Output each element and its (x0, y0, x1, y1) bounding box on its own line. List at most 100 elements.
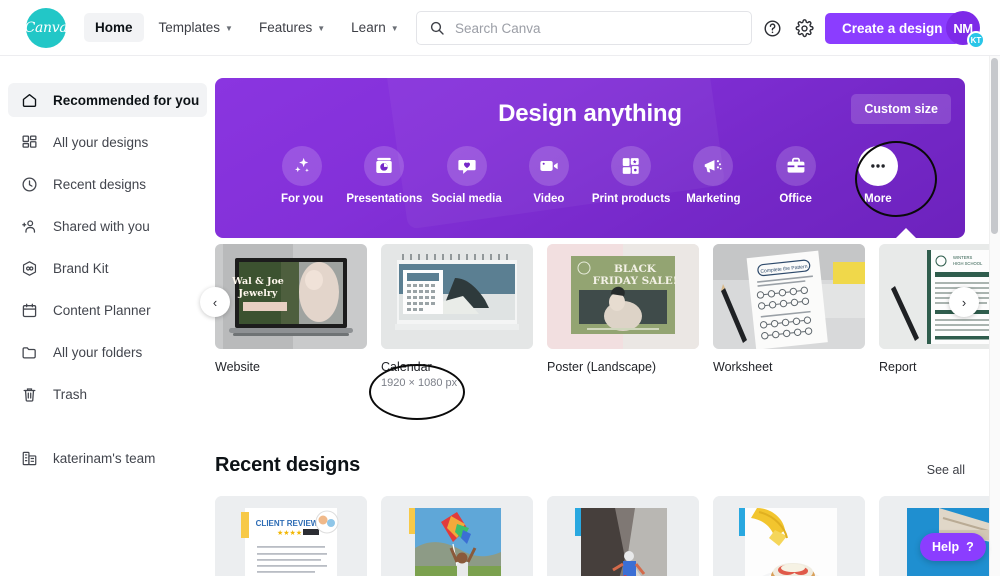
create-a-design-button[interactable]: Create a design (825, 13, 960, 44)
sidebar-label-all-designs: All your designs (53, 134, 149, 150)
custom-size-button[interactable]: Custom size (851, 94, 951, 124)
logo-text: Canva (24, 19, 68, 36)
sidebar-label-team: katerinam's team (53, 450, 156, 466)
category-label-marketing: Marketing (686, 193, 741, 205)
recent-card-kite[interactable] (381, 496, 533, 576)
grid-icon (20, 133, 39, 152)
see-all-link[interactable]: See all (927, 463, 965, 477)
home-icon (20, 91, 39, 110)
nav-label-home: Home (95, 20, 133, 35)
svg-text:Jewelry: Jewelry (238, 288, 278, 299)
sidebar-divider-space (0, 419, 215, 441)
category-label-presentations: Presentations (346, 193, 423, 205)
svg-text:FRIDAY SALE!: FRIDAY SALE! (593, 275, 678, 287)
nav-item-features[interactable]: Features ▼ (248, 13, 336, 42)
brand-hexagon-icon (20, 259, 39, 278)
template-card-worksheet[interactable]: Complete the Pattern Worksheet (713, 244, 865, 394)
carousel-prev-button[interactable]: ‹ (200, 287, 230, 317)
template-carousel: Wal & Joe Jewelry Website Calendar 1920 … (215, 244, 1000, 394)
top-header: Canva Home Templates ▼ Features ▼ Learn … (0, 0, 1000, 56)
sparkles-icon (282, 146, 323, 186)
sidebar-item-trash[interactable]: Trash (8, 377, 207, 411)
recent-designs-list: CLIENT REVIEW ★★★★★ (215, 496, 1000, 576)
template-name-calendar: Calendar (381, 360, 432, 374)
category-presentations[interactable]: Presentations (345, 146, 423, 205)
page-scrollbar-thumb[interactable] (991, 58, 998, 234)
sidebar-label-recommended: Recommended for you (53, 92, 200, 108)
question-circle-icon[interactable] (761, 17, 783, 39)
svg-text:CLIENT REVIEW: CLIENT REVIEW (256, 519, 319, 528)
nav-label-templates: Templates (158, 20, 221, 35)
canva-logo-icon[interactable]: Canva (24, 7, 68, 48)
recent-card-food[interactable] (713, 496, 865, 576)
carousel-next-button[interactable]: › (949, 287, 979, 317)
left-sidebar: Recommended for you All your designs Rec… (0, 56, 215, 576)
category-office[interactable]: Office (757, 146, 835, 205)
gear-icon[interactable] (793, 17, 815, 39)
category-more[interactable]: More (839, 146, 917, 205)
sidebar-item-all-designs[interactable]: All your designs (8, 125, 207, 159)
category-video[interactable]: Video (510, 146, 588, 205)
svg-text:HIGH SCHOOL: HIGH SCHOOL (953, 261, 983, 266)
template-card-report[interactable]: WINTERS HIGH SCHOOL Report (879, 244, 1000, 394)
template-thumb-poster: BLACK FRIDAY SALE! (547, 244, 699, 349)
sidebar-label-all-folders: All your folders (53, 344, 143, 360)
recent-card-climbing[interactable] (547, 496, 699, 576)
template-name-poster: Poster (Landscape) (547, 360, 657, 374)
help-button[interactable]: Help ? (920, 533, 986, 561)
category-for-you[interactable]: For you (263, 146, 341, 205)
category-marketing[interactable]: Marketing (674, 146, 752, 205)
category-print-products[interactable]: Print products (592, 146, 670, 205)
main-nav: Home Templates ▼ Features ▼ Learn ▼ (84, 13, 410, 42)
recent-designs-header: Recent designs See all (215, 454, 965, 477)
main-content: Design anything Custom size For you Pres… (200, 56, 1000, 576)
add-people-icon (20, 217, 39, 236)
sidebar-item-content-planner[interactable]: Content Planner (8, 293, 207, 327)
svg-text:Wal & Joe: Wal & Joe (231, 276, 284, 287)
category-social-media[interactable]: Social media (428, 146, 506, 205)
template-thumb-website: Wal & Joe Jewelry (215, 244, 367, 349)
sidebar-item-recent-designs[interactable]: Recent designs (8, 167, 207, 201)
avatar[interactable]: NM KT (946, 11, 985, 49)
help-label: Help (932, 540, 960, 554)
question-mark-icon: ? (966, 540, 974, 554)
chevron-down-icon: ▼ (317, 24, 326, 33)
template-thumb-worksheet: Complete the Pattern (713, 244, 865, 349)
trash-icon (20, 385, 39, 404)
search-bar[interactable] (416, 11, 752, 45)
nav-item-templates[interactable]: Templates ▼ (148, 13, 244, 42)
chevron-down-icon: ▼ (225, 24, 233, 33)
category-label-for-you: For you (281, 193, 324, 205)
search-input[interactable] (455, 20, 739, 36)
nav-label-features: Features (258, 20, 313, 35)
calendar-icon (20, 301, 39, 320)
template-thumb-report: WINTERS HIGH SCHOOL (879, 244, 1000, 349)
three-dots-icon (857, 146, 898, 186)
sidebar-item-team[interactable]: katerinam's team (8, 441, 207, 475)
category-label-video: Video (533, 193, 565, 205)
template-card-poster[interactable]: BLACK FRIDAY SALE! Poster (Landscape) (547, 244, 699, 394)
sidebar-item-shared-with-you[interactable]: Shared with you (8, 209, 207, 243)
template-thumb-calendar (381, 244, 533, 349)
template-card-calendar[interactable]: Calendar 1920 × 1080 px (381, 244, 533, 394)
sidebar-label-recent-designs: Recent designs (53, 176, 147, 192)
template-name-report: Report (879, 360, 917, 374)
print-cards-icon (611, 146, 652, 186)
category-label-social-media: Social media (431, 193, 502, 205)
template-card-website[interactable]: Wal & Joe Jewelry Website (215, 244, 367, 394)
svg-text:WINTERS: WINTERS (953, 255, 973, 260)
recent-designs-title: Recent designs (215, 454, 361, 476)
nav-item-home[interactable]: Home (84, 13, 144, 42)
sidebar-label-trash: Trash (53, 386, 88, 402)
nav-item-learn[interactable]: Learn ▼ (340, 13, 409, 42)
category-label-more: More (864, 193, 892, 205)
template-size-calendar: 1920 × 1080 px (381, 377, 458, 389)
recent-card-client-review[interactable]: CLIENT REVIEW ★★★★★ (215, 496, 367, 576)
svg-text:BLACK: BLACK (614, 263, 657, 275)
clock-icon (20, 175, 39, 194)
banner-selection-pointer (895, 228, 917, 238)
sidebar-item-all-folders[interactable]: All your folders (8, 335, 207, 369)
sidebar-item-recommended[interactable]: Recommended for you (8, 83, 207, 117)
sidebar-item-brand-kit[interactable]: Brand Kit (8, 251, 207, 285)
template-name-website: Website (215, 360, 260, 374)
